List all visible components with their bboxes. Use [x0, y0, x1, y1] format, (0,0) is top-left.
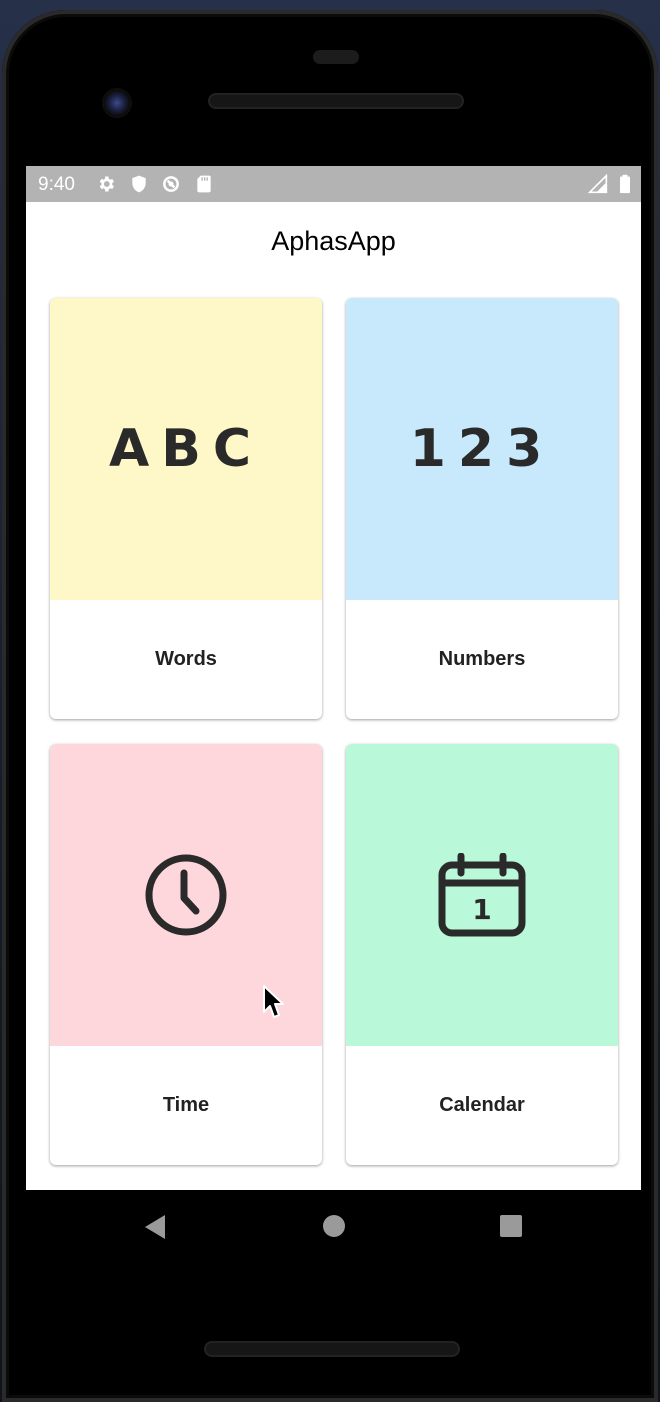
shield-icon	[132, 175, 146, 193]
sd-card-icon	[197, 175, 211, 193]
status-time: 9:40	[38, 174, 75, 195]
clock-icon	[145, 854, 227, 936]
card-label: Calendar	[439, 1094, 525, 1116]
card-art: ABC	[50, 298, 322, 600]
status-bar: 9:40	[26, 166, 641, 202]
signal-icon	[588, 174, 608, 194]
card-label: Numbers	[438, 648, 526, 670]
earpiece	[313, 50, 359, 64]
calendar-day-number: 1	[472, 893, 491, 926]
front-camera	[102, 88, 132, 118]
card-art: 123	[346, 298, 618, 600]
card-numbers[interactable]: 123 Numbers	[346, 298, 618, 719]
battery-icon	[620, 174, 630, 194]
card-time[interactable]: Time	[50, 744, 322, 1165]
abc-letters-icon: ABC	[108, 419, 264, 479]
calendar-icon: 1	[438, 853, 526, 937]
card-label: Time	[162, 1094, 210, 1116]
app-title: AphasApp	[271, 226, 396, 256]
back-icon[interactable]	[143, 1214, 167, 1240]
bottom-speaker-grille	[204, 1341, 460, 1357]
card-calendar[interactable]: 1 Calendar	[346, 744, 618, 1165]
home-icon[interactable]	[322, 1214, 346, 1238]
phone-screen: 9:40 AphasApp ABC Words 123 Numbers Time…	[26, 166, 641, 1190]
gear-icon	[99, 176, 114, 192]
mouse-cursor-icon	[263, 985, 284, 1018]
card-art: 1	[346, 744, 618, 1046]
data-saver-icon	[163, 176, 179, 192]
recents-icon[interactable]	[500, 1215, 522, 1237]
navigation-bar	[26, 1190, 641, 1262]
numbers-123-icon: 123	[409, 419, 555, 479]
card-label: Words	[155, 648, 217, 670]
top-speaker-grille	[208, 93, 464, 109]
card-words[interactable]: ABC Words	[50, 298, 322, 719]
